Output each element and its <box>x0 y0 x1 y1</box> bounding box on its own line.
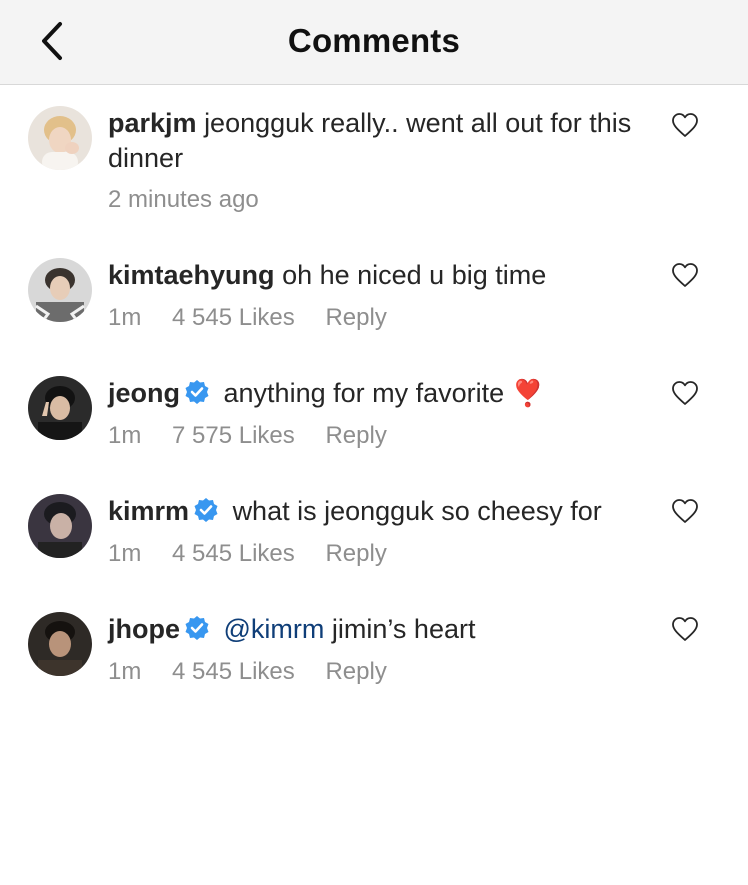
username[interactable]: jhope <box>108 614 180 644</box>
reply-button[interactable]: Reply <box>325 422 386 449</box>
heart-icon[interactable] <box>671 498 699 524</box>
comment-message: anything for my favorite <box>223 378 505 408</box>
verified-badge-icon <box>184 615 210 641</box>
verified-badge-icon <box>184 379 210 405</box>
likes-count[interactable]: 4 545 Likes <box>172 540 295 567</box>
reply-button[interactable]: Reply <box>325 540 386 567</box>
page-title: Comments <box>287 22 461 59</box>
comment-text: kimrm what is jeongguk so cheesy for <box>108 494 648 529</box>
comment-text: kimtaehyung oh he niced u big time <box>108 258 648 293</box>
timestamp: 1m <box>108 304 142 331</box>
heart-icon[interactable] <box>671 262 699 288</box>
top-bar: Comments <box>0 0 748 85</box>
username[interactable]: kimtaehyung <box>108 260 275 290</box>
timestamp: 1m <box>108 422 142 449</box>
comment-meta: 2 minutes ago <box>108 186 283 214</box>
comment-message: what is jeongguk so cheesy for <box>232 496 602 526</box>
comment-text: parkjm jeongguk really.. went all out fo… <box>108 106 648 176</box>
username[interactable]: jeong <box>108 378 180 408</box>
timestamp: 2 minutes ago <box>108 186 259 213</box>
mention-link[interactable]: @kimrm <box>224 614 325 644</box>
heart-icon[interactable] <box>671 380 699 406</box>
likes-count[interactable]: 4 545 Likes <box>172 304 295 331</box>
comment-meta: 1m 7 575 Likes Reply <box>108 422 411 450</box>
heart-exclamation-emoji-icon: ❣️ <box>511 378 545 408</box>
avatar[interactable] <box>28 612 92 676</box>
comment-meta: 1m 4 545 Likes Reply <box>108 540 411 568</box>
username[interactable]: parkjm <box>108 108 197 138</box>
reply-button[interactable]: Reply <box>325 658 386 685</box>
comment-meta: 1m 4 545 Likes Reply <box>108 658 411 686</box>
verified-badge-icon <box>193 497 219 523</box>
avatar[interactable] <box>28 376 92 440</box>
heart-icon[interactable] <box>671 616 699 642</box>
likes-count[interactable]: 4 545 Likes <box>172 658 295 685</box>
likes-count[interactable]: 7 575 Likes <box>172 422 295 449</box>
comment-text: jhope @kimrm jimin’s heart <box>108 612 648 647</box>
comment-text: jeong anything for my favorite ❣️ <box>108 376 648 411</box>
timestamp: 1m <box>108 540 142 567</box>
comment-message: oh he niced u big time <box>282 260 547 290</box>
heart-icon[interactable] <box>671 112 699 138</box>
timestamp: 1m <box>108 658 142 685</box>
comment-meta: 1m 4 545 Likes Reply <box>108 304 411 332</box>
avatar[interactable] <box>28 258 92 322</box>
reply-button[interactable]: Reply <box>325 304 386 331</box>
comment-message: jimin’s heart <box>331 614 476 644</box>
username[interactable]: kimrm <box>108 496 189 526</box>
avatar[interactable] <box>28 494 92 558</box>
avatar[interactable] <box>28 106 92 170</box>
